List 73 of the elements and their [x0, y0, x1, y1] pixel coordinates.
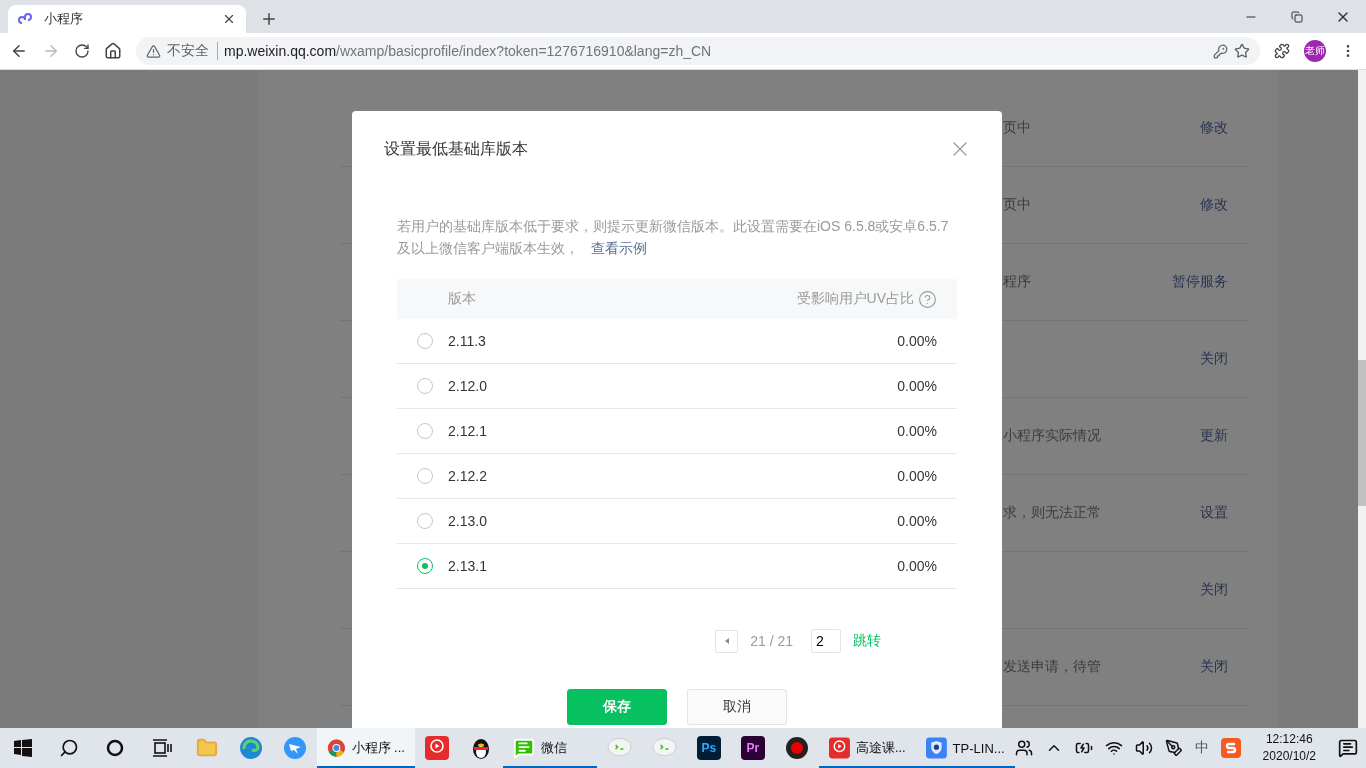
shield-icon[interactable]	[925, 736, 947, 760]
taskbar-app[interactable]: 小程序 ...	[316, 728, 415, 768]
version-cell-text: 2.11.3	[448, 333, 487, 349]
link-icon	[18, 11, 34, 27]
setting-description: 发送申请，待管	[1003, 658, 1102, 676]
clock-date: 2020/10/2	[1262, 748, 1316, 765]
pen-icon[interactable]	[1164, 739, 1183, 757]
close-icon[interactable]	[222, 12, 236, 26]
setting-description: 小程序实际情况	[1003, 427, 1102, 445]
home-icon[interactable]	[104, 42, 122, 60]
share-cell: 0.00%	[897, 558, 937, 574]
share-cell: 0.00%	[897, 378, 937, 394]
app-label: 小程序 ...	[351, 739, 405, 757]
people-icon[interactable]	[1014, 739, 1033, 757]
version-cell-text: 2.13.0	[448, 513, 488, 529]
page-input[interactable]: 2	[811, 629, 841, 653]
s-logo-icon[interactable]	[1220, 738, 1241, 758]
address-bar[interactable]: 不安全 mp.weixin.qq.com/wxamp/basicprofile/index?token=1276716910&lang=zh_CN	[136, 37, 1260, 65]
share-cell: 0.00%	[897, 513, 937, 529]
version-cell-text: 2.13.1	[448, 558, 488, 574]
browser-icon[interactable]	[238, 736, 263, 760]
share-cell: 0.00%	[897, 423, 937, 439]
share-cell: 0.00%	[897, 333, 937, 349]
wifi-icon[interactable]	[1104, 739, 1123, 757]
extensions-icon[interactable]	[1274, 43, 1290, 59]
taskbar-app[interactable]: Pr	[730, 728, 775, 768]
warning-icon	[146, 43, 161, 59]
caret-left-icon	[723, 637, 730, 645]
setting-description: 程序	[1003, 273, 1032, 291]
app-label: 微信	[540, 739, 567, 757]
chat-icon[interactable]	[512, 737, 535, 759]
premiere-icon[interactable]: Pr	[740, 736, 765, 760]
taskbar-app[interactable]: TP-LIN...	[915, 728, 1015, 768]
key-icon[interactable]	[1213, 43, 1228, 59]
page-indicator: 21 / 21	[750, 633, 793, 649]
tab-title: 小程序	[44, 10, 84, 28]
profile-avatar[interactable]: 老师	[1304, 40, 1326, 62]
version-cell-text: 2.12.0	[448, 378, 488, 394]
record-icon[interactable]	[784, 736, 809, 760]
column-header: 受影响用户UV占比	[796, 290, 914, 308]
volume-icon[interactable]	[1134, 739, 1153, 757]
taskbar-app[interactable]: Ps	[686, 728, 731, 768]
app-label: 高途课...	[855, 739, 906, 757]
setting-description: 求，则无法正常	[1003, 504, 1102, 522]
taskbar-app[interactable]: 高途课...	[818, 728, 916, 768]
chrome-icon[interactable]	[326, 737, 346, 759]
dialog-description: 若用户的基础库版本低于要求，则提示更新微信版本。此设置需要在iOS 6.5.8或安卓6.5.7及以上微信客户端版本生效， 查看示例	[397, 217, 950, 258]
example-link[interactable]: 查看示例	[591, 240, 647, 256]
help-icon[interactable]	[918, 289, 937, 309]
url-text: mp.weixin.qq.com/wxamp/basicprofile/index?token=1276716910&lang=zh_CN	[224, 43, 713, 59]
cancel-button[interactable]: 取消	[687, 689, 787, 725]
browser-tab[interactable]: 小程序	[8, 5, 246, 33]
column-header: 版本	[448, 290, 476, 308]
input-method-indicator[interactable]: 中	[1194, 739, 1209, 757]
notification-icon[interactable]	[1338, 738, 1358, 758]
version-cell-text: 2.12.1	[448, 423, 488, 439]
bird-icon[interactable]	[282, 736, 307, 760]
clock-time: 12:12:46	[1265, 731, 1313, 748]
clock[interactable]: 12:12:46 2020/10/2	[1262, 731, 1316, 765]
play-icon[interactable]	[424, 736, 449, 760]
reload-icon[interactable]	[74, 43, 90, 59]
play-icon[interactable]	[828, 736, 850, 760]
version-cell-text: 2.12.2	[448, 468, 488, 484]
dialog-title: 设置最低基础库版本	[384, 138, 528, 159]
photoshop-icon[interactable]: Ps	[696, 736, 721, 760]
taskbar-app[interactable]: 微信	[502, 728, 597, 768]
star-icon[interactable]	[1234, 43, 1250, 59]
app-label: TP-LIN...	[952, 740, 1005, 756]
setting-description: 页中	[1003, 196, 1032, 214]
setting-description: 页中	[1003, 119, 1032, 137]
security-label: 不安全	[167, 42, 218, 60]
share-cell: 0.00%	[897, 468, 937, 484]
back-icon[interactable]	[10, 42, 28, 60]
